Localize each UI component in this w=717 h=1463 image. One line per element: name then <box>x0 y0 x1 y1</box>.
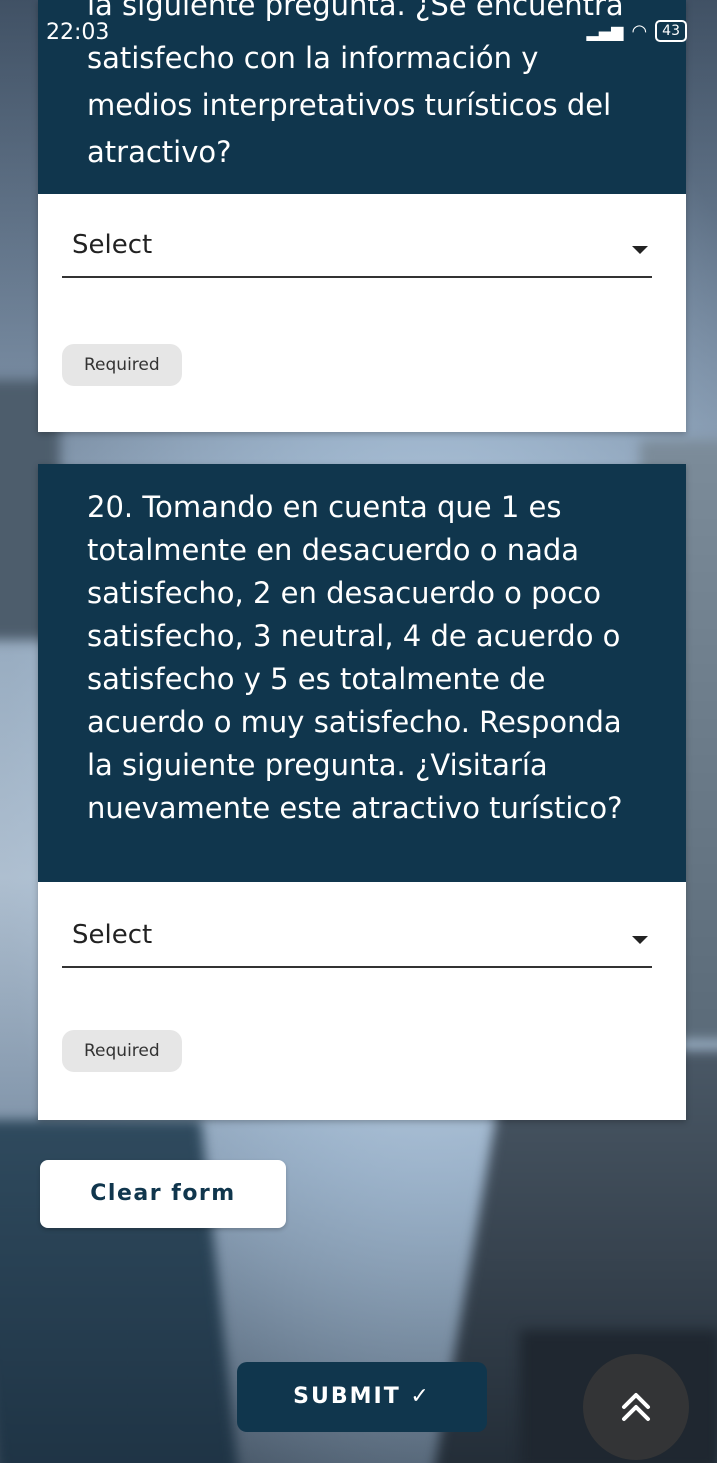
wifi-icon: ◠ <box>631 20 648 42</box>
question-title-line: atractivo? <box>87 135 232 169</box>
question-body: Select Required <box>38 194 686 432</box>
caret-down-icon <box>632 936 648 944</box>
battery-icon: 43 <box>655 20 687 42</box>
question-title-line: acuerdo o muy satisfecho. Responda <box>87 705 622 739</box>
clear-form-button[interactable]: Clear form <box>40 1160 286 1228</box>
question-title-line: la siguiente pregunta. ¿Visitaría <box>87 748 548 782</box>
question-title-line: satisfecho con la información y <box>87 41 539 75</box>
status-time: 22:03 <box>46 20 110 45</box>
signal-icon: ▂▄▆ <box>586 21 624 41</box>
question-title-line: satisfecho y 5 es totalmente de <box>87 662 546 696</box>
question-card-20: 20. Tomando en cuenta que 1 es totalment… <box>38 464 686 1120</box>
answer-select[interactable]: Select <box>62 220 652 278</box>
question-title-line: la siguiente pregunta. ¿Se encuentra <box>87 0 624 22</box>
caret-down-icon <box>632 246 648 254</box>
question-title-line: 20. Tomando en cuenta que 1 es <box>87 490 562 524</box>
question-title-line: satisfecho, 3 neutral, 4 de acuerdo o <box>87 619 621 653</box>
answer-select[interactable]: Select <box>62 910 652 968</box>
submit-button[interactable]: SUBMIT ✓ <box>237 1362 487 1432</box>
question-title: 20. Tomando en cuenta que 1 es totalment… <box>38 464 686 882</box>
question-title-line: totalmente en desacuerdo o nada <box>87 533 580 567</box>
double-chevron-up-icon <box>622 1393 650 1421</box>
select-placeholder: Select <box>72 920 153 950</box>
scroll-to-top-button[interactable] <box>583 1354 689 1460</box>
question-title-line: medios interpretativos turísticos del <box>87 88 612 122</box>
question-title-line: nuevamente este atractivo turístico? <box>87 791 623 825</box>
status-icons: ▂▄▆ ◠ 43 <box>587 20 687 42</box>
required-badge: Required <box>62 344 182 386</box>
required-badge: Required <box>62 1030 182 1072</box>
select-placeholder: Select <box>72 230 153 260</box>
question-body: Select Required <box>38 882 686 1120</box>
question-title-line: satisfecho, 2 en desacuerdo o poco <box>87 576 601 610</box>
question-card-19: la siguiente pregunta. ¿Se encuentra sat… <box>38 0 686 432</box>
